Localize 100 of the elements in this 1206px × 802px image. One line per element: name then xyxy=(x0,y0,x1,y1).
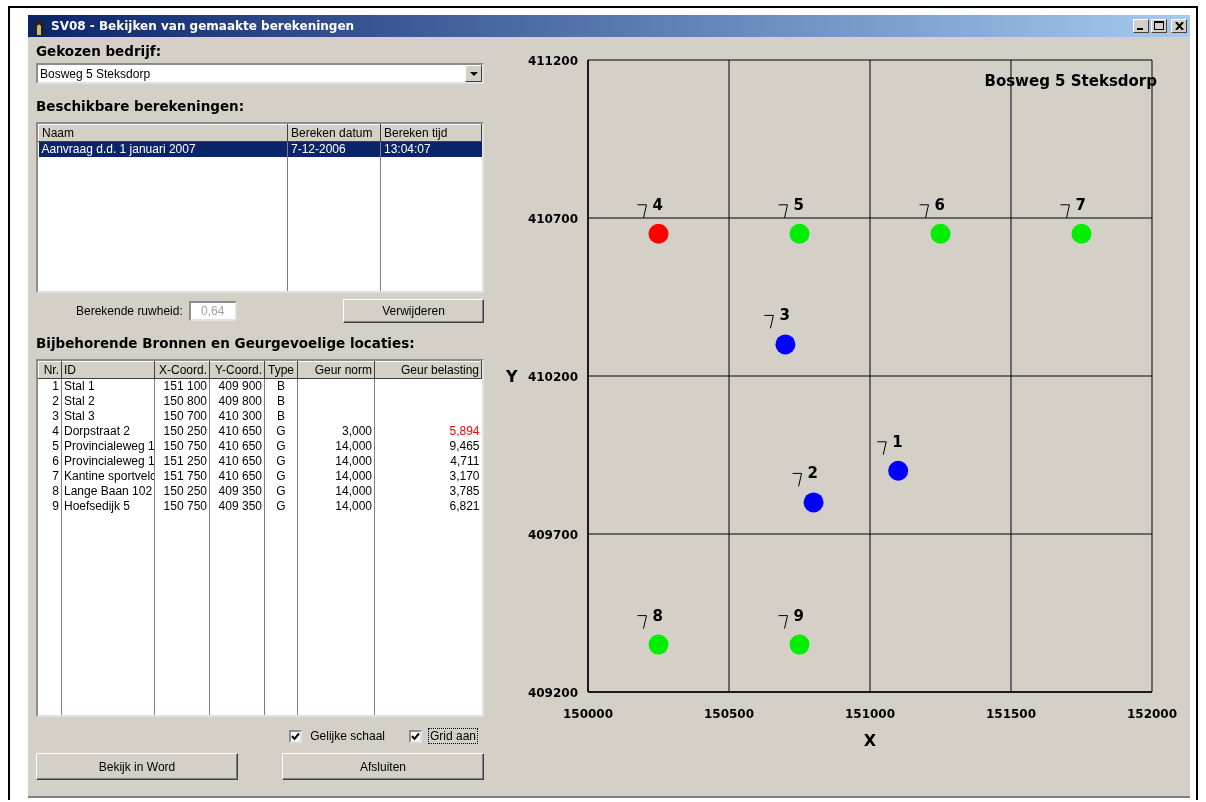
table-cell: Stal 3 xyxy=(61,409,155,424)
table-cell: 150 700 xyxy=(154,409,210,424)
action-button[interactable]: Bekijk in Word xyxy=(36,753,238,780)
table-cell: 7 xyxy=(38,469,62,484)
table-cell: 150 750 xyxy=(154,439,210,454)
checkbox-option[interactable]: Gelijke schaal xyxy=(289,727,387,745)
table-cell: 14,000 xyxy=(297,499,375,514)
table-cell: Provincialeweg 1 xyxy=(61,439,155,454)
table-cell: Dorpstraat 2 xyxy=(61,424,155,439)
table-cell: Stal 1 xyxy=(61,378,155,394)
point-label: 4 xyxy=(652,195,663,214)
list-row[interactable]: Aanvraag d.d. 1 januari 2007 7-12-2006 13:04:07 xyxy=(38,141,482,157)
table-cell: 8 xyxy=(38,484,62,499)
column-header[interactable]: Geur norm xyxy=(297,361,375,379)
maximize-button[interactable] xyxy=(1151,19,1167,33)
y-tick-label: 409700 xyxy=(527,528,578,542)
table-cell: 410 300 xyxy=(209,409,265,424)
table-cell: 410 650 xyxy=(209,469,265,484)
window-title: SV08 - Bekijken van gemaakte berekeningen xyxy=(51,19,356,33)
table-cell: 410 650 xyxy=(209,454,265,469)
action-button[interactable]: Afsluiten xyxy=(282,753,484,780)
table-cell: 14,000 xyxy=(297,469,375,484)
chart-title: Bosweg 5 Steksdorp xyxy=(984,72,1157,90)
table-cell: B xyxy=(264,409,298,424)
column-header[interactable]: Y-Coord. xyxy=(209,361,265,379)
table-cell: B xyxy=(264,378,298,394)
table-cell: Provincialeweg 1 xyxy=(61,454,155,469)
column-header[interactable]: Geur belasting xyxy=(374,361,482,379)
table-cell: 150 250 xyxy=(154,424,210,439)
column-header[interactable]: Type xyxy=(264,361,298,379)
table-cell: 9 xyxy=(38,499,62,514)
y-axis-label: Y xyxy=(506,367,518,386)
point-label: 8 xyxy=(652,606,663,625)
table-cell: 150 250 xyxy=(154,484,210,499)
table-cell: 151 750 xyxy=(154,469,210,484)
table-cell: 3,000 xyxy=(297,424,375,439)
close-button[interactable] xyxy=(1171,19,1187,33)
x-tick-label: 151000 xyxy=(844,707,896,721)
leader-line xyxy=(637,615,647,630)
point-label: 3 xyxy=(779,306,790,325)
table-cell: 410 650 xyxy=(209,439,265,454)
leader-line xyxy=(876,441,887,456)
point-label: 5 xyxy=(793,195,804,214)
column-header[interactable]: Nr. xyxy=(38,361,62,379)
x-tick-label: 152000 xyxy=(1126,707,1178,721)
point-label: 6 xyxy=(934,195,945,214)
column-header[interactable]: X-Coord. xyxy=(154,361,210,379)
point-label: 7 xyxy=(1075,195,1086,214)
table-cell: B xyxy=(264,394,298,409)
table-cell: Hoefsedijk 5 xyxy=(61,499,155,514)
column-header[interactable]: Bereken tijd xyxy=(380,124,482,142)
table-cell: G xyxy=(264,484,298,499)
section-label: Beschikbare berekeningen: xyxy=(36,98,246,116)
table-cell: Stal 2 xyxy=(61,394,155,409)
table-cell: 4,711 xyxy=(374,454,482,469)
table-cell: 150 750 xyxy=(154,499,210,514)
y-tick-label: 409200 xyxy=(527,686,578,700)
column-header[interactable]: Bereken datum xyxy=(287,124,381,142)
leader-line xyxy=(637,204,647,219)
company-dropdown[interactable]: Bosweg 5 Steksdorp xyxy=(36,63,484,84)
leader-line xyxy=(778,615,788,630)
leader-line xyxy=(919,204,929,219)
table-cell: G xyxy=(264,454,298,469)
table-cell: 9,465 xyxy=(374,439,482,454)
table-cell: G xyxy=(264,439,298,454)
table-cell: 151 100 xyxy=(154,378,210,394)
table-cell: 409 800 xyxy=(209,394,265,409)
table-cell: 6 xyxy=(38,454,62,469)
table-cell: G xyxy=(264,424,298,439)
roughness-label: Berekende ruwheid: xyxy=(76,304,183,318)
column-header[interactable]: ID xyxy=(61,361,155,379)
table-cell: 151 250 xyxy=(154,454,210,469)
delete-button[interactable]: Verwijderen xyxy=(343,299,484,323)
caret-icon xyxy=(469,71,478,76)
table-cell: 409 900 xyxy=(209,378,265,394)
leader-line xyxy=(763,314,774,329)
column-header[interactable]: Naam xyxy=(38,124,288,142)
y-tick-label: 410200 xyxy=(527,370,578,384)
table-cell: 3 xyxy=(38,409,62,424)
table-cell: 3,785 xyxy=(374,484,482,499)
table-cell: G xyxy=(264,469,298,484)
x-tick-label: 151500 xyxy=(985,707,1037,721)
point-label: 2 xyxy=(807,464,819,483)
table-cell: 409 350 xyxy=(209,484,265,499)
table-cell: 150 800 xyxy=(154,394,210,409)
table-cell: 1 xyxy=(38,378,62,394)
checkbox[interactable] xyxy=(289,729,303,743)
table-cell: G xyxy=(264,499,298,514)
table-cell: 5 xyxy=(38,439,62,454)
section-label: Bijbehorende Bronnen en Geurgevoelige locaties: xyxy=(36,335,416,353)
close-icon xyxy=(1174,22,1184,30)
x-tick-label: 150000 xyxy=(562,707,614,721)
section-label: Gekozen bedrijf: xyxy=(36,43,163,61)
table-cell: 3,170 xyxy=(374,469,482,484)
checkbox[interactable] xyxy=(408,729,422,743)
app-icon xyxy=(31,17,47,35)
minimize-button[interactable] xyxy=(1133,19,1149,33)
leader-line xyxy=(792,472,803,487)
table-cell: 5,894 xyxy=(374,424,482,439)
table-cell: 409 350 xyxy=(209,499,265,514)
